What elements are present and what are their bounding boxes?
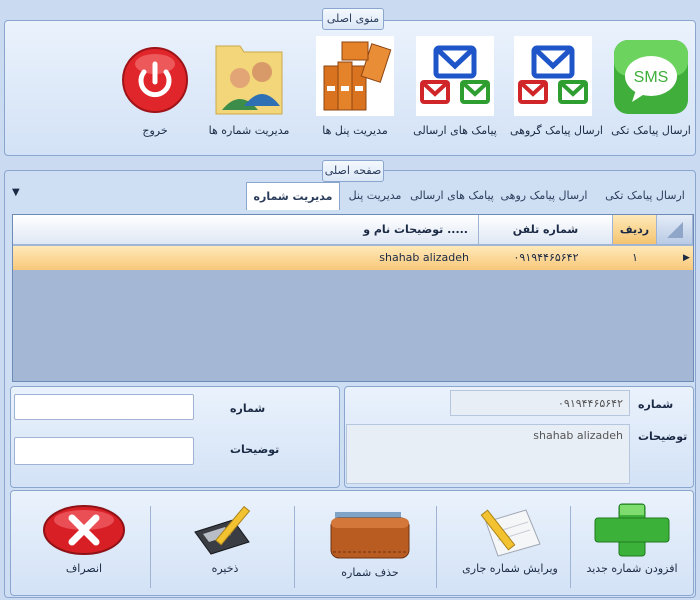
sent-mail-icon xyxy=(416,36,494,116)
send-single-sms-button[interactable]: SMS ارسال پیامک تکی xyxy=(608,36,694,137)
main-caption: صفحه اصلی xyxy=(322,160,384,182)
edit-pencil-icon xyxy=(454,502,566,558)
save-button[interactable]: ذخیره xyxy=(170,502,280,575)
save-label: ذخیره xyxy=(211,562,239,575)
send-group-sms-button[interactable]: ارسال پیامک گروهی xyxy=(510,36,603,137)
cancel-button[interactable]: انصراف xyxy=(30,502,138,575)
table-row[interactable]: ▶ ۱ ۰۹۱۹۴۴۶۵۶۴۲ shahab alizadeh xyxy=(13,246,693,270)
manage-numbers-button[interactable]: مدیریت شماره ها xyxy=(206,36,292,137)
action-separator xyxy=(150,506,151,588)
manage-numbers-label: مدیریت شماره ها xyxy=(208,124,290,137)
sent-messages-button[interactable]: پیامک های ارسالی xyxy=(412,36,498,137)
edit-number-label: ویرایش شماره جاری xyxy=(462,562,558,575)
sent-messages-label: پیامک های ارسالی xyxy=(413,124,497,137)
contacts-icon xyxy=(210,36,288,116)
grid-corner[interactable] xyxy=(657,215,693,245)
tab-send-group-sms[interactable]: ارسال پیامک روهی xyxy=(494,182,594,210)
form-number-label: شماره xyxy=(230,402,266,415)
row-index: ۱ xyxy=(632,251,638,264)
row-desc: shahab alizadeh xyxy=(379,251,469,264)
action-separator xyxy=(570,506,571,588)
send-group-sms-label: ارسال پیامک گروهی xyxy=(510,124,603,137)
column-header-phone[interactable]: شماره تلفن xyxy=(479,215,613,245)
numbers-grid[interactable]: ردیف شماره تلفن توضیحات نام و ..... ▶ ۱ … xyxy=(12,214,694,382)
form-desc-label: توضیحات xyxy=(230,443,280,456)
column-header-row[interactable]: ردیف xyxy=(613,215,657,245)
wallet-icon xyxy=(310,506,430,562)
add-number-button[interactable]: افزودن شماره جدید xyxy=(574,502,690,575)
tab-dropdown-icon[interactable]: ▼ xyxy=(12,186,26,200)
number-input[interactable] xyxy=(14,394,194,420)
row-phone: ۰۹۱۹۴۴۶۵۶۴۲ xyxy=(513,251,579,264)
edit-number-button[interactable]: ویرایش شماره جاری xyxy=(454,502,566,575)
column-header-desc[interactable]: توضیحات نام و ..... xyxy=(13,215,479,245)
details-desc-field: shahab alizadeh xyxy=(346,424,630,484)
action-separator xyxy=(294,506,295,588)
description-input[interactable] xyxy=(14,437,194,465)
power-icon xyxy=(116,36,194,116)
floppy-pencil-icon xyxy=(170,502,280,558)
details-desc-label: توضیحات xyxy=(638,430,688,443)
tab-manage-panels[interactable]: مدیریت پنل xyxy=(340,182,410,210)
cancel-label: انصراف xyxy=(65,562,103,575)
tab-sent-messages[interactable]: پیامک های ارسالی xyxy=(410,182,494,210)
exit-button[interactable]: خروج xyxy=(112,36,198,137)
tab-manage-numbers[interactable]: مدیریت شماره ها xyxy=(246,182,340,231)
manage-panels-label: مدیریت پنل ها xyxy=(322,124,388,137)
manage-panels-button[interactable]: مدیریت پنل ها xyxy=(312,36,398,137)
send-single-sms-label: ارسال پیامک تکی xyxy=(611,124,691,137)
delete-number-label: حذف شماره xyxy=(341,566,399,579)
binders-icon xyxy=(316,36,394,116)
plus-icon xyxy=(574,502,690,558)
cancel-x-icon xyxy=(30,502,138,558)
tab-send-single-sms[interactable]: ارسال پیامک تکی xyxy=(594,182,696,210)
delete-number-button[interactable]: حذف شماره xyxy=(310,506,430,579)
sms-icon: SMS xyxy=(612,36,690,116)
group-mail-icon xyxy=(514,36,592,116)
row-selector-icon: ▶ xyxy=(683,253,690,263)
exit-label: خروج xyxy=(142,124,168,137)
add-number-label: افزودن شماره جدید xyxy=(586,562,678,575)
details-number-label: شماره xyxy=(638,398,674,411)
ribbon-caption: منوی اصلی xyxy=(322,8,384,30)
details-number-field: ۰۹۱۹۴۴۶۵۶۴۲ xyxy=(450,390,630,416)
svg-text:SMS: SMS xyxy=(634,69,669,86)
action-separator xyxy=(436,506,437,588)
